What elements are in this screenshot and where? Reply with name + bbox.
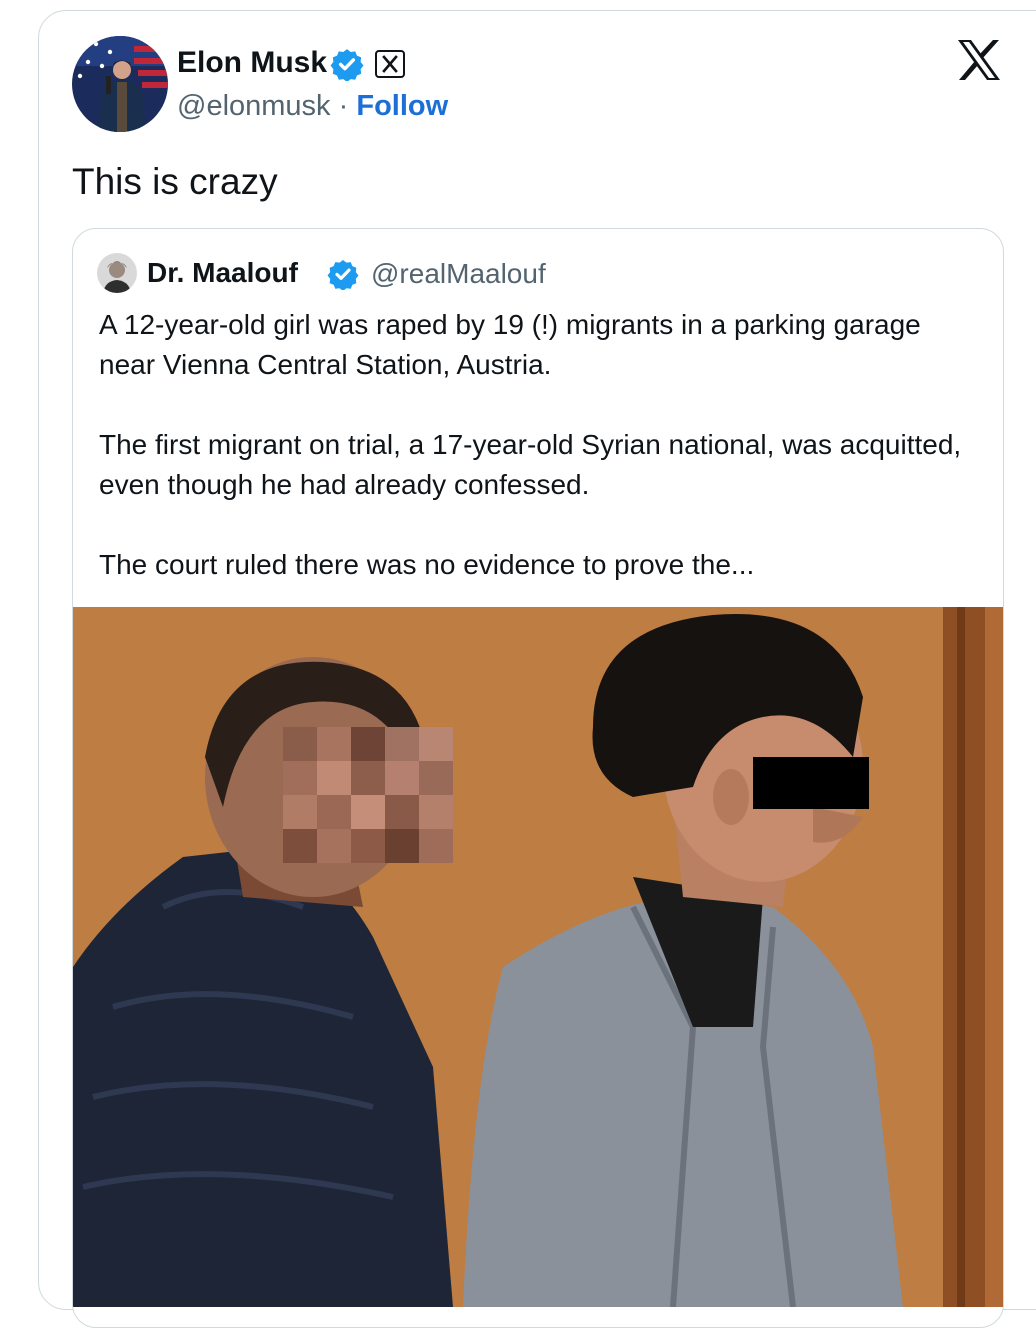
quoted-tweet[interactable]: Dr. Maalouf @realMaalouf A 12-year-old g…: [72, 228, 1004, 1328]
author-avatar-image: [72, 36, 168, 132]
quoted-author-avatar[interactable]: [97, 253, 137, 293]
follow-button[interactable]: Follow: [356, 90, 448, 122]
quoted-author-name-text: Dr. Maalouf: [147, 257, 298, 288]
author-handle[interactable]: @elonmusk: [177, 90, 331, 122]
quoted-verified-badge-icon: [327, 260, 359, 290]
author-name[interactable]: Elon Musk: [177, 44, 327, 82]
quoted-author-handle[interactable]: @realMaalouf: [371, 256, 546, 292]
x-logo-icon[interactable]: [956, 38, 1002, 82]
quoted-avatar-image: [97, 253, 137, 293]
author-avatar[interactable]: [72, 36, 168, 132]
quoted-author-name[interactable]: Dr. Maalouf: [147, 255, 298, 291]
x-affiliate-badge-icon: [375, 50, 405, 78]
quoted-paragraph: The court ruled there was no evidence to…: [99, 549, 755, 580]
quoted-paragraph: A 12-year-old girl was raped by 19 (!) m…: [99, 309, 921, 380]
quoted-tweet-text: A 12-year-old girl was raped by 19 (!) m…: [99, 305, 979, 625]
handle-separator: ·: [338, 90, 349, 122]
quoted-paragraph: The first migrant on trial, a 17-year-ol…: [99, 429, 962, 500]
verified-badge-icon: [330, 49, 364, 81]
author-handle-row: @elonmusk · Follow: [177, 87, 448, 125]
tweet-text: This is crazy: [72, 161, 278, 202]
quoted-tweet-photo[interactable]: [73, 607, 1004, 1307]
